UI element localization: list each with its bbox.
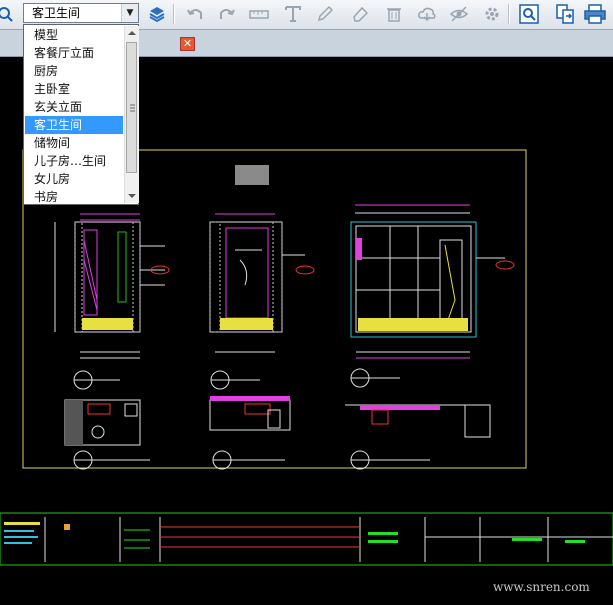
hide-icon[interactable] xyxy=(448,3,470,25)
layers-icon[interactable] xyxy=(146,3,168,25)
scroll-thumb[interactable] xyxy=(126,42,137,173)
cloud-download-icon[interactable] xyxy=(416,3,438,25)
undo-icon[interactable] xyxy=(184,3,206,25)
close-icon[interactable]: ✕ xyxy=(180,37,195,51)
text-icon[interactable] xyxy=(282,3,304,25)
dropdown-item[interactable]: 厨房 xyxy=(25,62,123,80)
watermark: www.snren.com xyxy=(493,580,590,594)
elevation-2 xyxy=(209,213,315,390)
title-placeholder xyxy=(235,165,269,185)
dropdown-item[interactable]: 儿子房…生间 xyxy=(25,152,123,170)
settings-icon[interactable] xyxy=(481,3,503,25)
scroll-down-icon[interactable] xyxy=(125,189,139,203)
dropdown-item-selected[interactable]: 客卫生间 xyxy=(25,116,123,134)
dropdown-item[interactable]: 客餐厅立面 xyxy=(25,44,123,62)
export-icon[interactable] xyxy=(554,3,576,25)
print-icon[interactable] xyxy=(584,3,606,25)
zoom-icon[interactable] xyxy=(0,3,16,25)
dropdown-scrollbar[interactable] xyxy=(124,26,139,203)
elevation-3 xyxy=(350,204,515,388)
dropdown-item[interactable]: 模型 xyxy=(25,26,123,44)
delete-icon[interactable] xyxy=(383,3,405,25)
elevation-1 xyxy=(54,213,170,390)
toolbar-separator xyxy=(173,4,175,24)
plan-views xyxy=(64,396,491,470)
measure-icon[interactable] xyxy=(248,3,270,25)
layer-dropdown-list[interactable]: 模型 客餐厅立面 厨房 主卧室 玄关立面 客卫生间 储物间 儿子房…生间 女儿房… xyxy=(23,24,139,205)
chevron-down-icon[interactable]: ▼ xyxy=(121,4,138,22)
pen-icon[interactable] xyxy=(314,3,336,25)
scroll-up-icon[interactable] xyxy=(125,26,139,40)
dropdown-item[interactable]: 女儿房 xyxy=(25,170,123,188)
title-block xyxy=(4,517,613,562)
dropdown-item[interactable]: 主卧室 xyxy=(25,80,123,98)
dropdown-item[interactable]: 玄关立面 xyxy=(25,98,123,116)
layer-select-value: 客卫生间 xyxy=(32,6,81,20)
redo-icon[interactable] xyxy=(216,3,238,25)
grip-icon xyxy=(130,104,135,112)
eraser-icon[interactable] xyxy=(349,3,371,25)
dropdown-item[interactable]: 书房 xyxy=(25,188,123,206)
toolbar-separator xyxy=(508,4,510,24)
dropdown-item[interactable]: 储物间 xyxy=(25,134,123,152)
layer-select[interactable]: 客卫生间 ▼ xyxy=(23,3,139,23)
zoom-extent-icon[interactable] xyxy=(518,3,540,25)
